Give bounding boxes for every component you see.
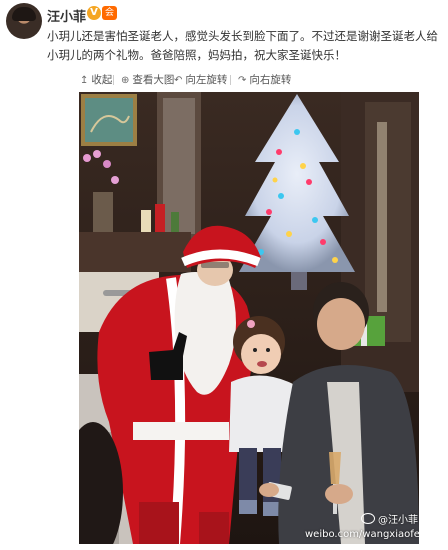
christmas-photo-illustration bbox=[79, 92, 419, 544]
member-badge-icon[interactable]: 会 bbox=[102, 6, 117, 20]
view-large-label: 查看大图 bbox=[132, 74, 175, 86]
toolbar-divider bbox=[166, 75, 167, 85]
collapse-button[interactable]: ↥ 收起 bbox=[80, 73, 112, 88]
post-photo[interactable]: @汪小菲 weibo.com/wangxiaofei bbox=[79, 92, 419, 544]
rotate-left-label: 向左旋转 bbox=[185, 74, 228, 86]
watermark-url: weibo.com/wangxiaofei bbox=[305, 529, 419, 540]
toolbar-divider bbox=[230, 75, 231, 85]
rotate-left-button[interactable]: ↶ 向左旋转 bbox=[174, 73, 227, 88]
rotate-right-button[interactable]: ↷ 向右旋转 bbox=[238, 73, 291, 88]
photo-watermark: @汪小菲 weibo.com/wangxiaofei bbox=[305, 513, 419, 543]
post-text: 小玥儿还是害怕圣诞老人，感觉头发长到脸下面了。不过还是谢谢圣诞老人给小玥儿的两个… bbox=[47, 29, 438, 62]
watermark-handle: @汪小菲 bbox=[378, 515, 418, 526]
rotate-left-icon: ↶ bbox=[174, 75, 183, 86]
magnify-icon: ⊕ bbox=[121, 75, 130, 86]
weibo-logo-icon bbox=[361, 513, 375, 524]
avatar[interactable] bbox=[6, 3, 42, 39]
verified-badge-icon: V bbox=[87, 6, 101, 20]
rotate-right-icon: ↷ bbox=[238, 75, 247, 86]
collapse-icon: ↥ bbox=[80, 75, 89, 86]
collapse-label: 收起 bbox=[91, 74, 113, 86]
rotate-right-label: 向右旋转 bbox=[249, 74, 292, 86]
toolbar-divider bbox=[113, 75, 114, 85]
username[interactable]: 汪小菲 bbox=[47, 6, 86, 25]
weibo-post: 汪小菲 V 会 小玥儿还是害怕圣诞老人，感觉头发长到脸下面了。不过还是谢谢圣诞老… bbox=[0, 0, 448, 550]
